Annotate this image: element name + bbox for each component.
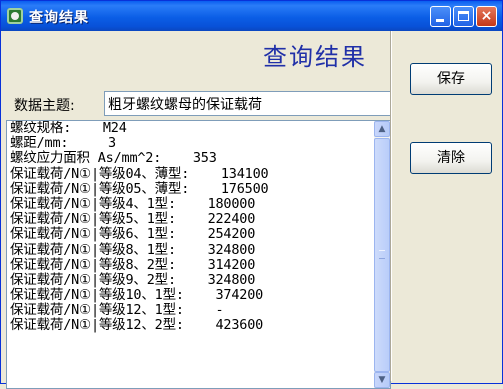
vertical-scrollbar[interactable]: ▲ ▼ — [374, 121, 390, 388]
result-line: 螺纹应力面积 As/mm^2: 353 — [10, 150, 217, 167]
maximize-button[interactable] — [453, 6, 474, 27]
result-line: 保证载荷/N①|等级04、薄型: 134100 — [10, 165, 269, 182]
chevron-up-icon: ▲ — [378, 124, 386, 134]
window-title: 查询结果 — [29, 10, 89, 26]
clear-button[interactable]: 清除 — [410, 142, 492, 174]
minimize-icon — [436, 19, 444, 22]
results-textarea[interactable]: 螺纹规格: M24 螺距/mm: 3 螺纹应力面积 As/mm^2: 353 保… — [6, 120, 391, 389]
grip-icon — [379, 250, 385, 259]
result-line: 保证载荷/N①|等级12、2型: 423600 — [10, 317, 264, 334]
scroll-thumb[interactable] — [374, 138, 390, 372]
scroll-down-button[interactable]: ▼ — [374, 372, 390, 388]
maximize-icon — [458, 11, 469, 21]
save-button[interactable]: 保存 — [410, 63, 492, 95]
app-icon — [7, 8, 23, 24]
query-result-window: 查询结果 × 查询结果 数据主题: 粗牙螺纹螺母的保证载荷 螺纹规格: M24 … — [0, 0, 503, 389]
close-button[interactable]: × — [476, 6, 497, 27]
close-icon: × — [480, 8, 493, 24]
result-line: 保证载荷/N①|等级9、2型: 324800 — [10, 271, 256, 288]
result-line: 保证载荷/N①|等级10、1型: 374200 — [10, 287, 264, 304]
topic-label: 数据主题: — [14, 98, 75, 114]
result-line: 螺纹规格: M24 — [10, 120, 127, 136]
result-line: 保证载荷/N①|等级4、1型: 180000 — [10, 195, 256, 212]
result-line: 保证载荷/N①|等级8、1型: 324800 — [10, 241, 256, 258]
results-lines: 螺纹规格: M24 螺距/mm: 3 螺纹应力面积 As/mm^2: 353 保… — [10, 121, 372, 334]
result-panel: 查询结果 数据主题: 粗牙螺纹螺母的保证载荷 螺纹规格: M24 螺距/mm: … — [5, 31, 391, 389]
result-line: 保证载荷/N①|等级05、薄型: 176500 — [10, 180, 269, 197]
scroll-up-button[interactable]: ▲ — [374, 121, 390, 137]
result-line: 保证载荷/N①|等级6、1型: 254200 — [10, 226, 256, 243]
page-title: 查询结果 — [263, 43, 367, 71]
topic-field[interactable]: 粗牙螺纹螺母的保证载荷 — [104, 91, 391, 116]
result-line: 保证载荷/N①|等级8、2型: 314200 — [10, 256, 256, 273]
panel-divider — [390, 31, 392, 381]
title-bar[interactable]: 查询结果 × — [1, 1, 502, 31]
minimize-button[interactable] — [430, 6, 451, 27]
